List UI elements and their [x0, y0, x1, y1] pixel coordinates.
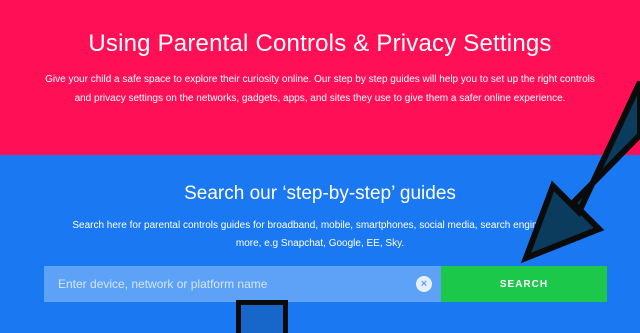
search-field: × [44, 266, 441, 302]
search-description: Search here for parental controls guides… [72, 220, 568, 249]
search-section: Search our ‘step-by-step’ guides Search … [0, 155, 640, 333]
close-circle-icon[interactable]: × [416, 276, 432, 292]
page-title: Using Parental Controls & Privacy Settin… [88, 30, 552, 57]
hero-description: Give your child a safe space to explore … [45, 74, 595, 104]
annotation-marker [236, 300, 288, 333]
search-button[interactable]: SEARCH [441, 266, 607, 302]
search-input[interactable] [44, 266, 404, 302]
hero-banner: Using Parental Controls & Privacy Settin… [0, 0, 640, 155]
search-title: Search our ‘step-by-step’ guides [184, 183, 456, 204]
